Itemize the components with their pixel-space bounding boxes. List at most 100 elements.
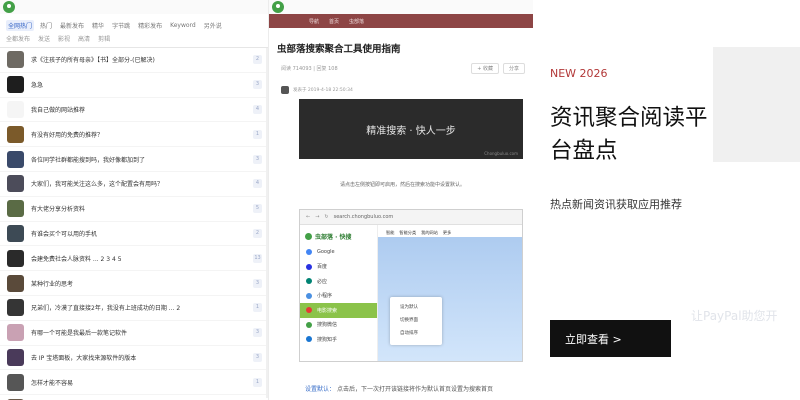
user-avatar[interactable] xyxy=(7,200,24,218)
user-avatar[interactable] xyxy=(7,348,24,366)
thread-row[interactable]: 我自己做的网站推荐 4 xyxy=(0,98,268,123)
reply-count-badge: 1 xyxy=(253,129,262,139)
user-avatar[interactable] xyxy=(7,175,24,193)
share-button[interactable]: 分享 xyxy=(502,63,525,74)
forum-tab[interactable]: 热门 xyxy=(38,20,54,31)
forum-filter-row: 全都发布 发送 影视 高清 剪辑 xyxy=(6,33,264,44)
user-avatar[interactable] xyxy=(7,274,24,292)
thread-row[interactable]: 急急 3 xyxy=(0,73,268,98)
background-image xyxy=(713,47,800,162)
forum-tab[interactable]: 全网热门 xyxy=(6,20,35,31)
article-meta: 阅读 714093 | 回复 108 + 收藏 分享 xyxy=(269,55,533,74)
forum-tab[interactable]: 另外说 xyxy=(202,20,224,31)
reply-count-badge: 3 xyxy=(253,328,262,338)
reply-count-badge: 2 xyxy=(253,55,262,65)
engine-icon xyxy=(306,307,312,314)
thread-row[interactable]: 会建免费社会人脉资料 ... 2 3 4 5 13 xyxy=(0,246,268,272)
thread-row[interactable]: 某种行业的思考 3 xyxy=(0,271,268,296)
user-avatar[interactable] xyxy=(7,224,24,242)
user-avatar[interactable] xyxy=(7,51,24,69)
promo-tag: NEW 2026 xyxy=(550,67,608,80)
thread-title[interactable]: 去 IP 宝塔面板，大家找来源软件的版本 xyxy=(31,353,253,362)
forum-tab[interactable]: Keyword xyxy=(168,21,198,30)
bookmark-item[interactable]: 我的网站 xyxy=(421,230,438,237)
favorite-button[interactable]: + 收藏 xyxy=(471,63,499,74)
thread-title[interactable]: 各位同学社群都能搜到吗，我好像都加到了 xyxy=(31,155,253,164)
bookmark-item[interactable]: 智能分类 xyxy=(399,230,416,237)
context-menu-item[interactable]: 切换界面 xyxy=(390,314,442,327)
thread-row[interactable]: 有谁会买个可以用的手机 2 xyxy=(0,222,268,247)
bookmark-item[interactable]: 更多 xyxy=(443,230,451,237)
site-logo-icon[interactable] xyxy=(3,1,15,13)
thread-row[interactable]: 怎样才能不容易 1 xyxy=(0,370,268,396)
header-tab[interactable]: 虫部落 xyxy=(349,18,364,25)
article-byline: 发表于 2019-4-18 22:50:34 xyxy=(269,74,533,94)
thread-row[interactable]: 有没有好用的免费的推荐？ 1 xyxy=(0,122,268,148)
thread-title[interactable]: 大家们，我可能关注这么多，这个配置会有用吗？ xyxy=(31,179,253,188)
thread-title[interactable]: 有大佬分享分析资料 xyxy=(31,204,253,213)
thread-row[interactable]: 分享一个在免费软件里面的解决搜索服务2 xyxy=(0,395,268,400)
middle-top-bar xyxy=(269,0,533,14)
engine-item[interactable]: 百度 xyxy=(300,260,377,275)
engine-item[interactable]: 搜狗知乎 xyxy=(300,332,377,347)
thread-row[interactable]: 各位同学社群都能搜到吗，我好像都加到了 3 xyxy=(0,147,268,172)
engine-label: 电影搜索 xyxy=(317,307,338,314)
engine-item[interactable]: 电影搜索 xyxy=(300,303,377,318)
brand-header: 虫部落 · 快搜 xyxy=(300,225,377,245)
engine-icon xyxy=(306,321,312,328)
user-avatar[interactable] xyxy=(7,299,24,317)
engine-item[interactable]: 必应 xyxy=(300,274,377,289)
thread-title[interactable]: 急急 xyxy=(31,80,253,89)
forum-filter[interactable]: 剪辑 xyxy=(98,34,110,43)
thread-title[interactable]: 某种行业的思考 xyxy=(31,279,253,288)
thread-row[interactable]: 大家们，我可能关注这么多，这个配置会有用吗？ 4 xyxy=(0,172,268,197)
view-now-button[interactable]: 立即查看 > xyxy=(550,320,671,357)
context-menu-item[interactable]: 自动排序 xyxy=(390,327,442,340)
header-tab[interactable]: 导航 xyxy=(309,18,319,25)
forum-tab[interactable]: 精彩发布 xyxy=(136,20,164,31)
user-avatar[interactable] xyxy=(7,324,24,342)
forum-filter[interactable]: 发送 xyxy=(38,34,50,43)
forum-tab[interactable]: 精华 xyxy=(90,20,106,31)
user-avatar[interactable] xyxy=(7,100,24,118)
context-menu-item[interactable]: 设为默认 xyxy=(390,301,442,314)
forum-filter[interactable]: 影视 xyxy=(58,34,70,43)
reply-count-badge: 5 xyxy=(253,204,262,214)
thread-title[interactable]: 兄弟们，冷漠了直接接2年，我没有上班成功的日期 ... 2 xyxy=(31,303,253,312)
thread-title[interactable]: 有没有好用的免费的推荐？ xyxy=(31,130,253,139)
forum-filter[interactable]: 高清 xyxy=(78,34,90,43)
forum-tab[interactable]: 字节跳 xyxy=(110,20,132,31)
reply-count-badge: 13 xyxy=(253,253,262,263)
engine-icon xyxy=(306,292,312,299)
thread-title[interactable]: 有谁会买个可以用的手机 xyxy=(31,229,253,238)
user-avatar[interactable] xyxy=(7,249,24,267)
thread-row[interactable]: 兄弟们，冷漠了直接接2年，我没有上班成功的日期 ... 21 xyxy=(0,296,268,321)
article-stats: 阅读 714093 | 回复 108 xyxy=(281,66,338,72)
thread-title[interactable]: 我自己做的网站推荐 xyxy=(31,105,253,114)
thread-title[interactable]: 求《注孩子的所有母亲》【书】全部分-(已解决) xyxy=(31,55,253,64)
left-top-bar xyxy=(0,0,268,14)
site-logo-icon[interactable] xyxy=(272,1,284,13)
user-avatar[interactable] xyxy=(7,150,24,168)
engine-item[interactable]: 搜狗微信 xyxy=(300,318,377,333)
thread-title[interactable]: 有哪一个可能是我最后一款笔记软件 xyxy=(31,328,253,337)
bookmark-bar: 智能 智能分类 我的网站 更多 xyxy=(378,225,522,237)
engine-item[interactable]: 小程序 xyxy=(300,289,377,304)
thread-title[interactable]: 会建免费社会人脉资料 ... 2 3 4 5 xyxy=(31,254,253,263)
forum-tab[interactable]: 最新发布 xyxy=(58,20,86,31)
thread-row[interactable]: 有哪一个可能是我最后一款笔记软件 3 xyxy=(0,321,268,346)
forum-filter[interactable]: 全都发布 xyxy=(6,34,30,43)
forum-nav: 全网热门 热门 最新发布 精华 字节跳 精彩发布 Keyword 另外说 全都发布 发送 影视 高清… xyxy=(0,14,268,48)
thread-title[interactable]: 怎样才能不容易 xyxy=(31,378,253,387)
user-avatar[interactable] xyxy=(7,76,24,94)
header-tab[interactable]: 首页 xyxy=(329,18,339,25)
thread-row[interactable]: 有大佬分享分析资料 5 xyxy=(0,197,268,222)
promo-subtitle: 热点新闻资讯获取应用推荐 xyxy=(550,198,682,211)
engine-item[interactable]: Google xyxy=(300,245,377,260)
user-avatar[interactable] xyxy=(7,373,24,391)
thread-row[interactable]: 求《注孩子的所有母亲》【书】全部分-(已解决) 2 xyxy=(0,48,268,73)
author-avatar[interactable] xyxy=(281,86,289,94)
thread-row[interactable]: 去 IP 宝塔面板，大家找来源软件的版本 3 xyxy=(0,346,268,371)
bookmark-item[interactable]: 智能 xyxy=(386,230,394,237)
user-avatar[interactable] xyxy=(7,125,24,143)
